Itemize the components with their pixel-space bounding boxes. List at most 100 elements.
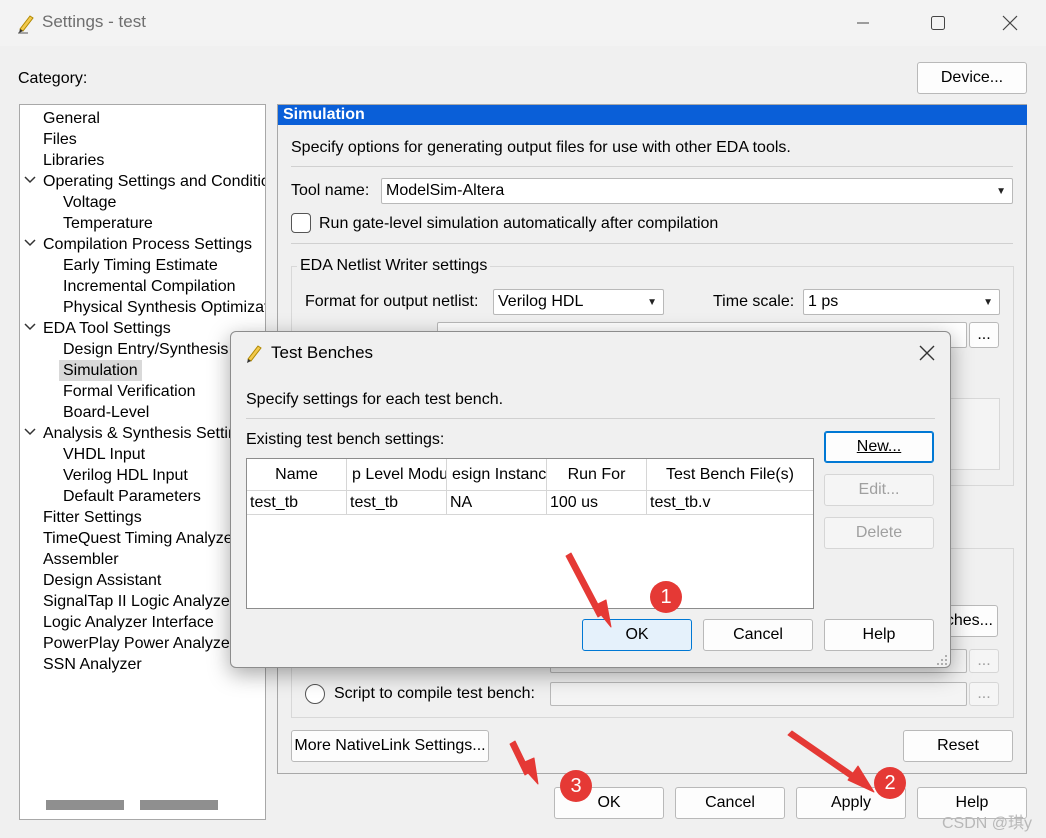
tree-item[interactable]: PowerPlay Power Analyzer: [43, 633, 235, 654]
tree-item[interactable]: Libraries: [43, 150, 104, 171]
divider: [291, 166, 1013, 167]
tree-item[interactable]: Analysis & Synthesis Settin: [43, 423, 237, 444]
category-label: Category:: [18, 70, 88, 87]
column-header-name[interactable]: Name: [247, 459, 347, 491]
disabled-browse-button: ...: [969, 649, 999, 673]
reset-button[interactable]: Reset: [903, 730, 1013, 762]
table-cell[interactable]: 100 us: [547, 491, 647, 515]
title-bar: [0, 0, 1046, 46]
tree-item[interactable]: Design Entry/Synthesis: [63, 339, 228, 360]
column-header-design-instance[interactable]: esign Instanc: [447, 459, 547, 491]
script-label: Script to compile test bench:: [334, 685, 535, 702]
tree-item[interactable]: General: [43, 108, 100, 129]
chevron-down-icon: ▼: [996, 185, 1006, 197]
delete-test-bench-button: Delete: [824, 517, 934, 549]
tree-item[interactable]: Assembler: [43, 549, 119, 570]
tree-item[interactable]: Files: [43, 129, 77, 150]
dialog-description: Specify settings for each test bench.: [246, 391, 504, 408]
maximize-icon: [931, 16, 945, 30]
new-test-bench-button[interactable]: New...: [824, 431, 934, 463]
tree-item[interactable]: Early Timing Estimate: [63, 255, 218, 276]
edit-test-bench-button: Edit...: [824, 474, 934, 506]
maximize-button[interactable]: [915, 6, 961, 40]
tree-item[interactable]: Voltage: [63, 192, 116, 213]
column-header-test-bench-files[interactable]: Test Bench File(s): [647, 459, 813, 491]
window-title: Settings - test: [42, 12, 146, 31]
tool-name-value: ModelSim-Altera: [386, 182, 505, 199]
category-tree[interactable]: General Files Libraries Operating Settings …: [19, 104, 266, 820]
tree-item[interactable]: Board-Level: [63, 402, 149, 423]
chevron-down-icon[interactable]: [24, 321, 36, 335]
tree-item[interactable]: Verilog HDL Input: [63, 465, 188, 486]
format-select[interactable]: Verilog HDL ▼: [493, 289, 664, 315]
tree-item[interactable]: Incremental Compilation: [63, 276, 236, 297]
tool-name-select[interactable]: ModelSim-Altera ▼: [381, 178, 1013, 204]
existing-settings-label: Existing test bench settings:: [246, 431, 445, 448]
column-header-top-level-module[interactable]: p Level Modu: [347, 459, 447, 491]
column-header-run-for[interactable]: Run For: [547, 459, 647, 491]
chevron-down-icon[interactable]: [24, 237, 36, 251]
tree-item[interactable]: SignalTap II Logic Analyze: [43, 591, 230, 612]
tree-item[interactable]: VHDL Input: [63, 444, 145, 465]
script-radio[interactable]: [305, 684, 325, 704]
tree-item[interactable]: EDA Tool Settings: [43, 318, 171, 339]
tree-item[interactable]: SSN Analyzer: [43, 654, 142, 675]
minimize-icon: [857, 22, 869, 24]
timescale-label: Time scale:: [713, 293, 795, 310]
close-button[interactable]: [987, 6, 1033, 40]
test-bench-table[interactable]: Name p Level Modu esign Instanc Run For …: [246, 458, 814, 609]
dialog-cancel-button[interactable]: Cancel: [703, 619, 813, 651]
close-icon: [919, 345, 935, 361]
close-icon: [1002, 15, 1018, 31]
run-gate-level-label: Run gate-level simulation automatically …: [319, 215, 719, 232]
chevron-down-icon[interactable]: [24, 174, 36, 188]
tree-item[interactable]: Compilation Process Settings: [43, 234, 252, 255]
chevron-down-icon: ▼: [983, 296, 993, 308]
dialog-help-button[interactable]: Help: [824, 619, 934, 651]
timescale-value: 1 ps: [808, 293, 839, 310]
panel-description: Specify options for generating output fi…: [291, 139, 791, 156]
tree-item[interactable]: Fitter Settings: [43, 507, 142, 528]
cancel-button[interactable]: Cancel: [675, 787, 785, 819]
tree-item[interactable]: Default Parameters: [63, 486, 201, 507]
dialog-ok-button[interactable]: OK: [582, 619, 692, 651]
watermark: CSDN @琪y: [942, 815, 1033, 832]
dialog-close-button[interactable]: [914, 340, 940, 366]
tree-scrollbar-thumb-right[interactable]: [140, 800, 218, 810]
tree-item[interactable]: Design Assistant: [43, 570, 161, 591]
tree-item[interactable]: Simulation: [59, 360, 142, 381]
panel-heading: Simulation: [278, 105, 1027, 125]
tree-item[interactable]: Formal Verification: [63, 381, 196, 402]
chevron-down-icon: ▼: [647, 296, 657, 308]
tree-item[interactable]: Logic Analyzer Interface: [43, 612, 214, 633]
tree-item[interactable]: Operating Settings and Conditic: [43, 171, 265, 192]
more-nativelink-settings-button[interactable]: More NativeLink Settings...: [291, 730, 489, 762]
dialog-pencil-icon: [247, 345, 262, 363]
annotation-badge-1: 1: [650, 581, 682, 613]
table-cell[interactable]: NA: [447, 491, 547, 515]
script-browse-button: ...: [969, 682, 999, 706]
tree-scrollbar-thumb-left[interactable]: [46, 800, 124, 810]
tool-name-label: Tool name:: [291, 182, 370, 199]
divider: [246, 418, 935, 419]
tree-item[interactable]: Physical Synthesis Optimizati: [63, 297, 265, 318]
format-label: Format for output netlist:: [305, 293, 479, 310]
table-cell[interactable]: test_tb.v: [647, 491, 813, 515]
table-cell[interactable]: test_tb: [247, 491, 347, 515]
new-button-label: New...: [856, 438, 902, 455]
table-cell[interactable]: test_tb: [347, 491, 447, 515]
format-value: Verilog HDL: [498, 293, 584, 310]
timescale-select[interactable]: 1 ps ▼: [803, 289, 1000, 315]
run-gate-level-checkbox[interactable]: [291, 213, 311, 233]
resize-grip-icon[interactable]: [936, 654, 948, 666]
tree-item[interactable]: TimeQuest Timing Analyze: [43, 528, 233, 549]
chevron-down-icon[interactable]: [24, 426, 36, 440]
browse-output-directory-button[interactable]: ...: [969, 322, 999, 348]
minimize-button[interactable]: [840, 6, 886, 40]
settings-pencil-icon: [18, 15, 34, 34]
script-field: [550, 682, 967, 706]
divider: [291, 243, 1013, 244]
device-button[interactable]: Device...: [917, 62, 1027, 94]
annotation-badge-3: 3: [560, 770, 592, 802]
tree-item[interactable]: Temperature: [63, 213, 153, 234]
